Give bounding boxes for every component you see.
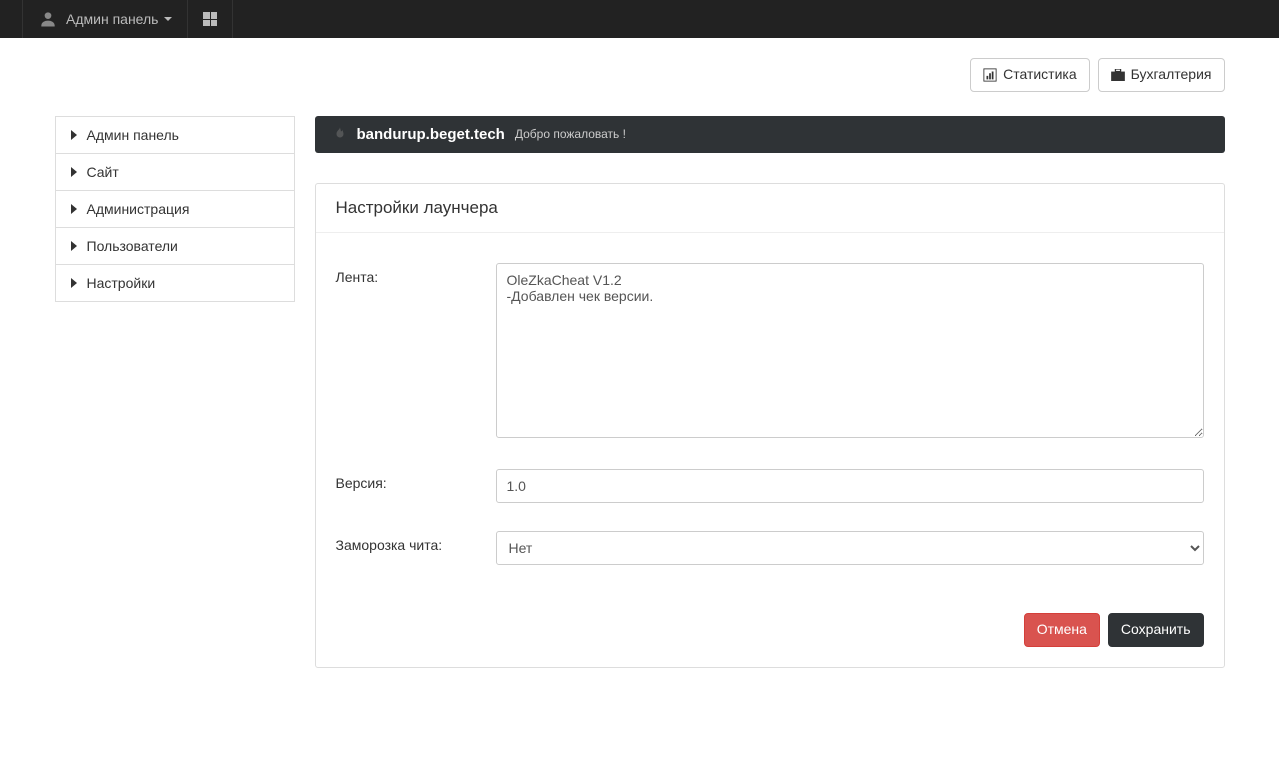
briefcase-icon <box>1111 69 1125 81</box>
avatar-icon <box>38 9 58 29</box>
fire-icon <box>333 127 347 141</box>
nav-apps-button[interactable] <box>188 0 233 38</box>
caret-right-icon <box>71 130 77 140</box>
sidebar-item-label: Пользователи <box>87 238 178 254</box>
stats-button[interactable]: Статистика <box>970 58 1090 92</box>
freeze-select[interactable]: Нет <box>496 531 1204 565</box>
version-input[interactable] <box>496 469 1204 503</box>
top-toolbar: Статистика Бухгалтерия <box>55 38 1225 116</box>
sidebar-item-label: Админ панель <box>87 127 179 143</box>
nav-admin-dropdown[interactable]: Админ панель <box>22 0 188 38</box>
welcome-bar: bandurup.beget.tech Добро пожаловать ! <box>315 116 1225 153</box>
version-label: Версия: <box>336 469 496 503</box>
sidebar: Админ панель Сайт Администрация <box>55 116 295 301</box>
caret-right-icon <box>71 278 77 288</box>
stats-label: Статистика <box>1003 65 1077 85</box>
feed-textarea[interactable] <box>496 263 1204 438</box>
main-content: bandurup.beget.tech Добро пожаловать ! Н… <box>315 116 1225 668</box>
sidebar-item-site[interactable]: Сайт <box>56 154 294 190</box>
grid-icon <box>203 12 217 26</box>
caret-down-icon <box>164 17 172 21</box>
sidebar-item-settings[interactable]: Настройки <box>56 265 294 301</box>
cancel-button[interactable]: Отмена <box>1024 613 1100 647</box>
accounting-button[interactable]: Бухгалтерия <box>1098 58 1225 92</box>
sidebar-item-label: Администрация <box>87 201 190 217</box>
caret-right-icon <box>71 241 77 251</box>
feed-label: Лента: <box>336 263 496 441</box>
accounting-label: Бухгалтерия <box>1131 65 1212 85</box>
panel-title: Настройки лаунчера <box>316 184 1224 233</box>
nav-admin-label: Админ панель <box>66 11 158 27</box>
sidebar-item-admin[interactable]: Админ панель <box>56 117 294 153</box>
freeze-label: Заморозка чита: <box>336 531 496 565</box>
settings-panel: Настройки лаунчера Лента: Версия: <box>315 183 1225 668</box>
caret-right-icon <box>71 167 77 177</box>
top-nav: Админ панель <box>0 0 1279 38</box>
stats-icon <box>983 68 997 82</box>
site-name: bandurup.beget.tech <box>357 126 505 143</box>
sidebar-item-label: Сайт <box>87 164 119 180</box>
welcome-greeting: Добро пожаловать ! <box>515 127 626 141</box>
caret-right-icon <box>71 204 77 214</box>
save-button[interactable]: Сохранить <box>1108 613 1204 647</box>
sidebar-item-label: Настройки <box>87 275 156 291</box>
sidebar-item-users[interactable]: Пользователи <box>56 228 294 264</box>
sidebar-item-administration[interactable]: Администрация <box>56 191 294 227</box>
